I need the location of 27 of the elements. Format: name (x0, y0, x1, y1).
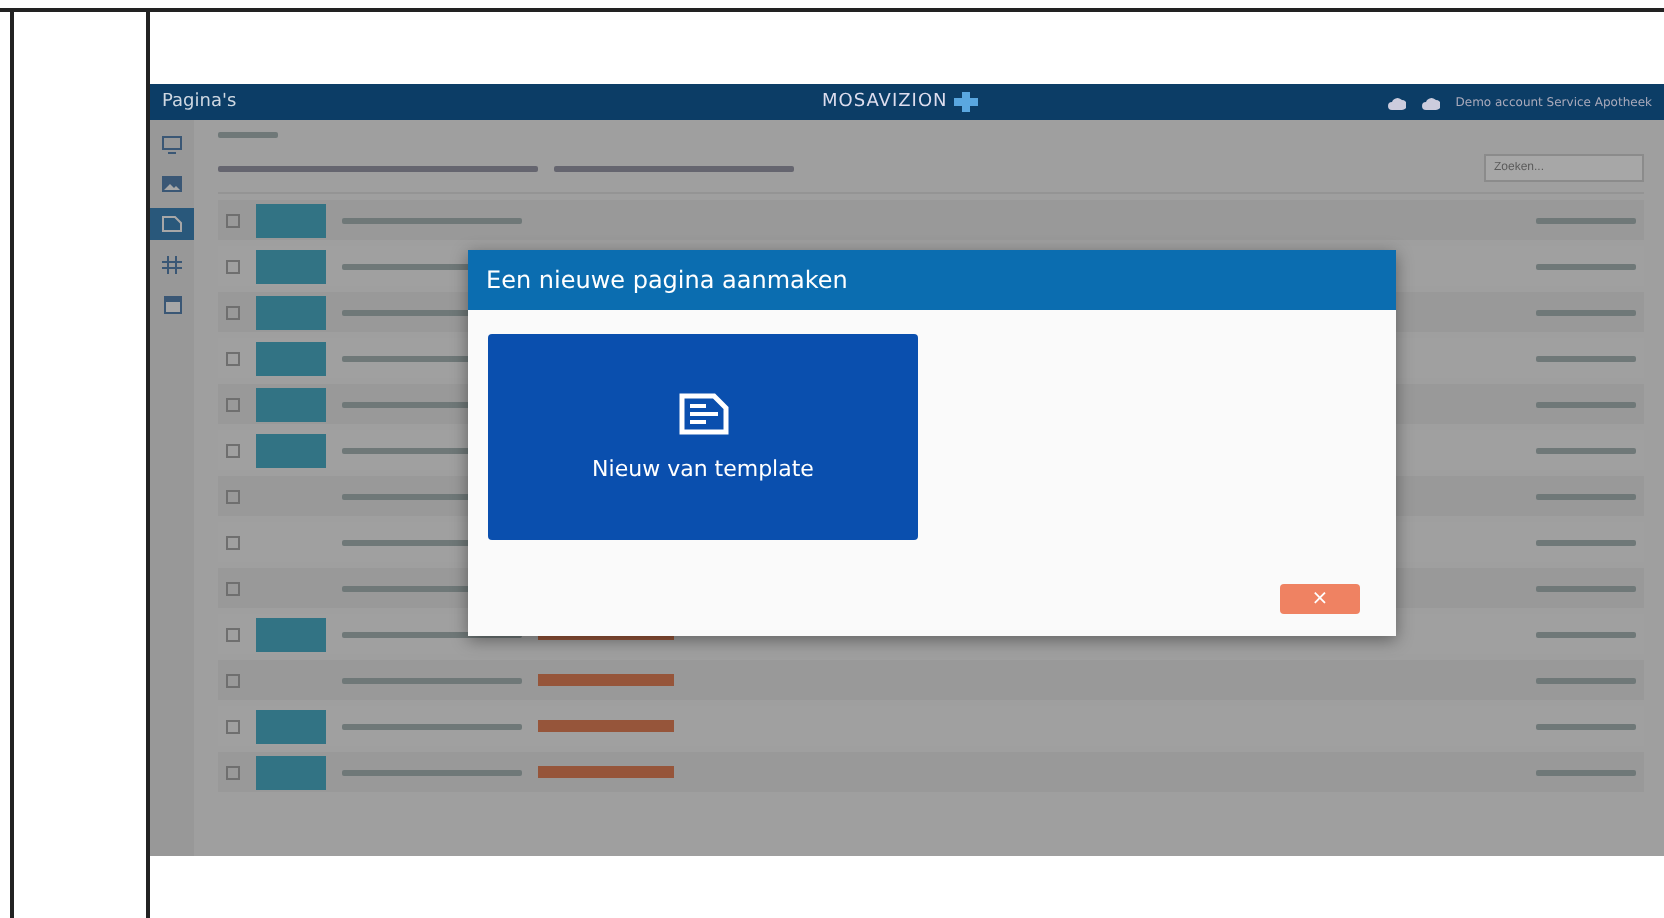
thumbnail-placeholder (256, 387, 326, 421)
status-tag (538, 720, 674, 732)
thumbnail-placeholder (256, 617, 326, 651)
close-button[interactable]: × (1280, 584, 1360, 614)
monitor-icon (162, 135, 182, 153)
table-row[interactable] (218, 752, 1644, 792)
table-row[interactable] (218, 200, 1644, 240)
image-icon (162, 176, 182, 192)
template-tile[interactable]: Nieuw van template (488, 334, 918, 540)
status-tag (538, 766, 674, 778)
thumbnail-placeholder (256, 203, 326, 237)
thumbnail-placeholder (256, 755, 326, 789)
thumbnail-placeholder (256, 295, 326, 329)
thumbnail-placeholder (256, 341, 326, 375)
status-tag (538, 674, 674, 686)
document-icon (677, 392, 729, 436)
thumbnail-placeholder (256, 433, 326, 467)
app-logo: MOSAVIZION (822, 92, 978, 112)
sidebar-item[interactable] (150, 208, 194, 240)
dialog-title: Een nieuwe pagina aanmaken (468, 250, 1396, 310)
thumbnail-placeholder (256, 709, 326, 743)
thumbnail-placeholder (256, 249, 326, 283)
app-title: Pagina's (162, 92, 239, 112)
page-icon (162, 216, 182, 232)
grid-icon (162, 255, 182, 273)
table-row[interactable] (218, 660, 1644, 700)
calendar-icon (163, 295, 181, 313)
